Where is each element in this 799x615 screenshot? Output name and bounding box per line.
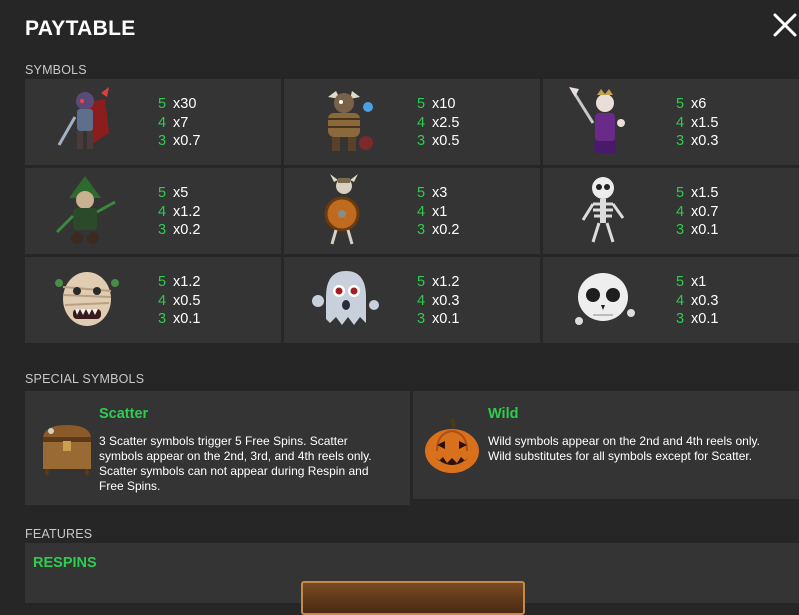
jack-o-lantern-icon bbox=[425, 417, 479, 473]
ghost-icon bbox=[312, 271, 379, 325]
pay-multiplier: x7 bbox=[173, 114, 189, 131]
pay-multiplier: x0.3 bbox=[691, 292, 719, 309]
pay-multiplier: x1.5 bbox=[691, 114, 719, 131]
pay-multiplier: x10 bbox=[432, 96, 456, 112]
pay-count: 5 bbox=[676, 185, 685, 201]
pay-count: 4 bbox=[417, 114, 426, 131]
scatter-desc-line: Scatter symbols can not appear during Re… bbox=[99, 464, 369, 478]
pay-multiplier: x6 bbox=[691, 96, 707, 112]
symbol-card: 5 x5 4 x1.2 3 x0.2 bbox=[25, 168, 281, 254]
special-symbols-section-label: SPECIAL SYMBOLS bbox=[25, 372, 145, 386]
pay-count: 3 bbox=[417, 222, 426, 238]
pay-multiplier: x5 bbox=[173, 185, 189, 201]
pay-multiplier: x0.3 bbox=[432, 292, 460, 309]
pay-multiplier: x0.1 bbox=[432, 311, 460, 327]
symbol-card: 5 x1.2 4 x0.3 3 x0.1 bbox=[284, 257, 540, 343]
pay-multiplier: x1.2 bbox=[173, 203, 201, 220]
pay-count: 4 bbox=[417, 292, 426, 309]
pay-count: 5 bbox=[158, 96, 167, 112]
red-armored-warrior-icon bbox=[57, 87, 109, 149]
pay-count: 3 bbox=[417, 311, 426, 327]
scatter-description: 3 Scatter symbols trigger 5 Free Spins. … bbox=[99, 434, 372, 494]
pay-multiplier: x0.5 bbox=[173, 292, 201, 309]
symbol-card: 5 x1 4 x0.3 3 x0.1 bbox=[543, 257, 799, 343]
pay-count: 3 bbox=[676, 311, 685, 327]
symbol-card: 5 x1.2 4 x0.5 3 x0.1 bbox=[25, 257, 281, 343]
pay-multiplier: x1.2 bbox=[173, 274, 201, 290]
features-panel: RESPINS bbox=[25, 543, 799, 615]
close-icon[interactable] bbox=[772, 12, 798, 38]
pay-count: 3 bbox=[158, 222, 167, 238]
pay-count: 4 bbox=[676, 203, 685, 220]
pay-count: 5 bbox=[676, 96, 685, 112]
pay-count: 3 bbox=[417, 133, 426, 149]
scatter-desc-line: Free Spins. bbox=[99, 479, 161, 493]
scatter-card: Scatter 3 Scatter symbols trigger 5 Free… bbox=[25, 391, 410, 505]
page-title: PAYTABLE bbox=[25, 17, 136, 40]
green-hooded-witch-icon bbox=[55, 176, 116, 244]
pay-multiplier: x0.7 bbox=[691, 203, 719, 220]
symbols-section-label: SYMBOLS bbox=[25, 63, 87, 77]
pay-count: 4 bbox=[158, 203, 167, 220]
symbol-card: 5 x1.5 4 x0.7 3 x0.1 bbox=[543, 168, 799, 254]
respins-title: RESPINS bbox=[33, 555, 97, 571]
pay-count: 5 bbox=[158, 185, 167, 201]
features-section-label: FEATURES bbox=[25, 527, 93, 541]
symbol-card: 5 x6 4 x1.5 3 x0.3 bbox=[543, 79, 799, 165]
treasure-chest-icon bbox=[43, 425, 91, 475]
symbol-card: 5 x10 4 x2.5 3 x0.5 bbox=[284, 79, 540, 165]
pay-multiplier: x0.1 bbox=[691, 222, 719, 238]
pay-multiplier: x0.3 bbox=[691, 133, 719, 149]
scatter-desc-line: 3 Scatter symbols trigger 5 Free Spins. … bbox=[99, 434, 348, 448]
viking-skeleton-shield-icon bbox=[324, 174, 360, 245]
pay-count: 5 bbox=[417, 185, 426, 201]
symbol-card: 5 x30 4 x7 3 x0.7 bbox=[25, 79, 281, 165]
purple-skeleton-king-icon bbox=[569, 87, 625, 153]
pay-count: 4 bbox=[417, 203, 426, 220]
wild-title: Wild bbox=[488, 406, 519, 422]
barbarian-zombie-icon bbox=[328, 91, 373, 151]
wild-desc-line: Wild symbols appear on the 2nd and 4th r… bbox=[488, 434, 760, 448]
mummy-head-icon bbox=[55, 272, 119, 326]
wild-desc-line: Wild substitutes for all symbols except … bbox=[488, 449, 753, 463]
pay-count: 5 bbox=[158, 274, 167, 290]
pay-multiplier: x1.5 bbox=[691, 185, 719, 201]
pay-count: 3 bbox=[676, 133, 685, 149]
symbol-card: 5 x3 4 x1 3 x0.2 bbox=[284, 168, 540, 254]
pay-count: 5 bbox=[676, 274, 685, 290]
pay-multiplier: x3 bbox=[432, 185, 448, 201]
pay-multiplier: x1.2 bbox=[432, 274, 460, 290]
skull-icon bbox=[575, 273, 635, 325]
pay-multiplier: x0.1 bbox=[173, 311, 201, 327]
pay-multiplier: x0.5 bbox=[432, 133, 460, 149]
pay-multiplier: x1 bbox=[432, 203, 448, 220]
pay-count: 4 bbox=[676, 292, 685, 309]
respins-illustration bbox=[301, 581, 525, 615]
wild-card: Wild Wild symbols appear on the 2nd and … bbox=[413, 391, 799, 499]
pay-count: 3 bbox=[158, 311, 167, 327]
pay-count: 5 bbox=[417, 274, 426, 290]
pay-count: 4 bbox=[158, 292, 167, 309]
pay-multiplier: x0.2 bbox=[173, 222, 201, 238]
pay-multiplier: x30 bbox=[173, 96, 197, 112]
scatter-desc-line: symbols appear on the 2nd, 3rd, and 4th … bbox=[99, 449, 372, 463]
wild-description: Wild symbols appear on the 2nd and 4th r… bbox=[488, 434, 760, 464]
pay-multiplier: x0.7 bbox=[173, 133, 201, 149]
pay-count: 3 bbox=[676, 222, 685, 238]
pay-multiplier: x0.2 bbox=[432, 222, 460, 238]
pay-count: 4 bbox=[676, 114, 685, 131]
pay-multiplier: x2.5 bbox=[432, 114, 460, 131]
skeleton-icon bbox=[581, 177, 625, 243]
pay-multiplier: x1 bbox=[691, 274, 707, 290]
pay-multiplier: x0.1 bbox=[691, 311, 719, 327]
pay-count: 5 bbox=[417, 96, 426, 112]
scatter-title: Scatter bbox=[99, 406, 149, 422]
pay-count: 4 bbox=[158, 114, 167, 131]
pay-count: 3 bbox=[158, 133, 167, 149]
